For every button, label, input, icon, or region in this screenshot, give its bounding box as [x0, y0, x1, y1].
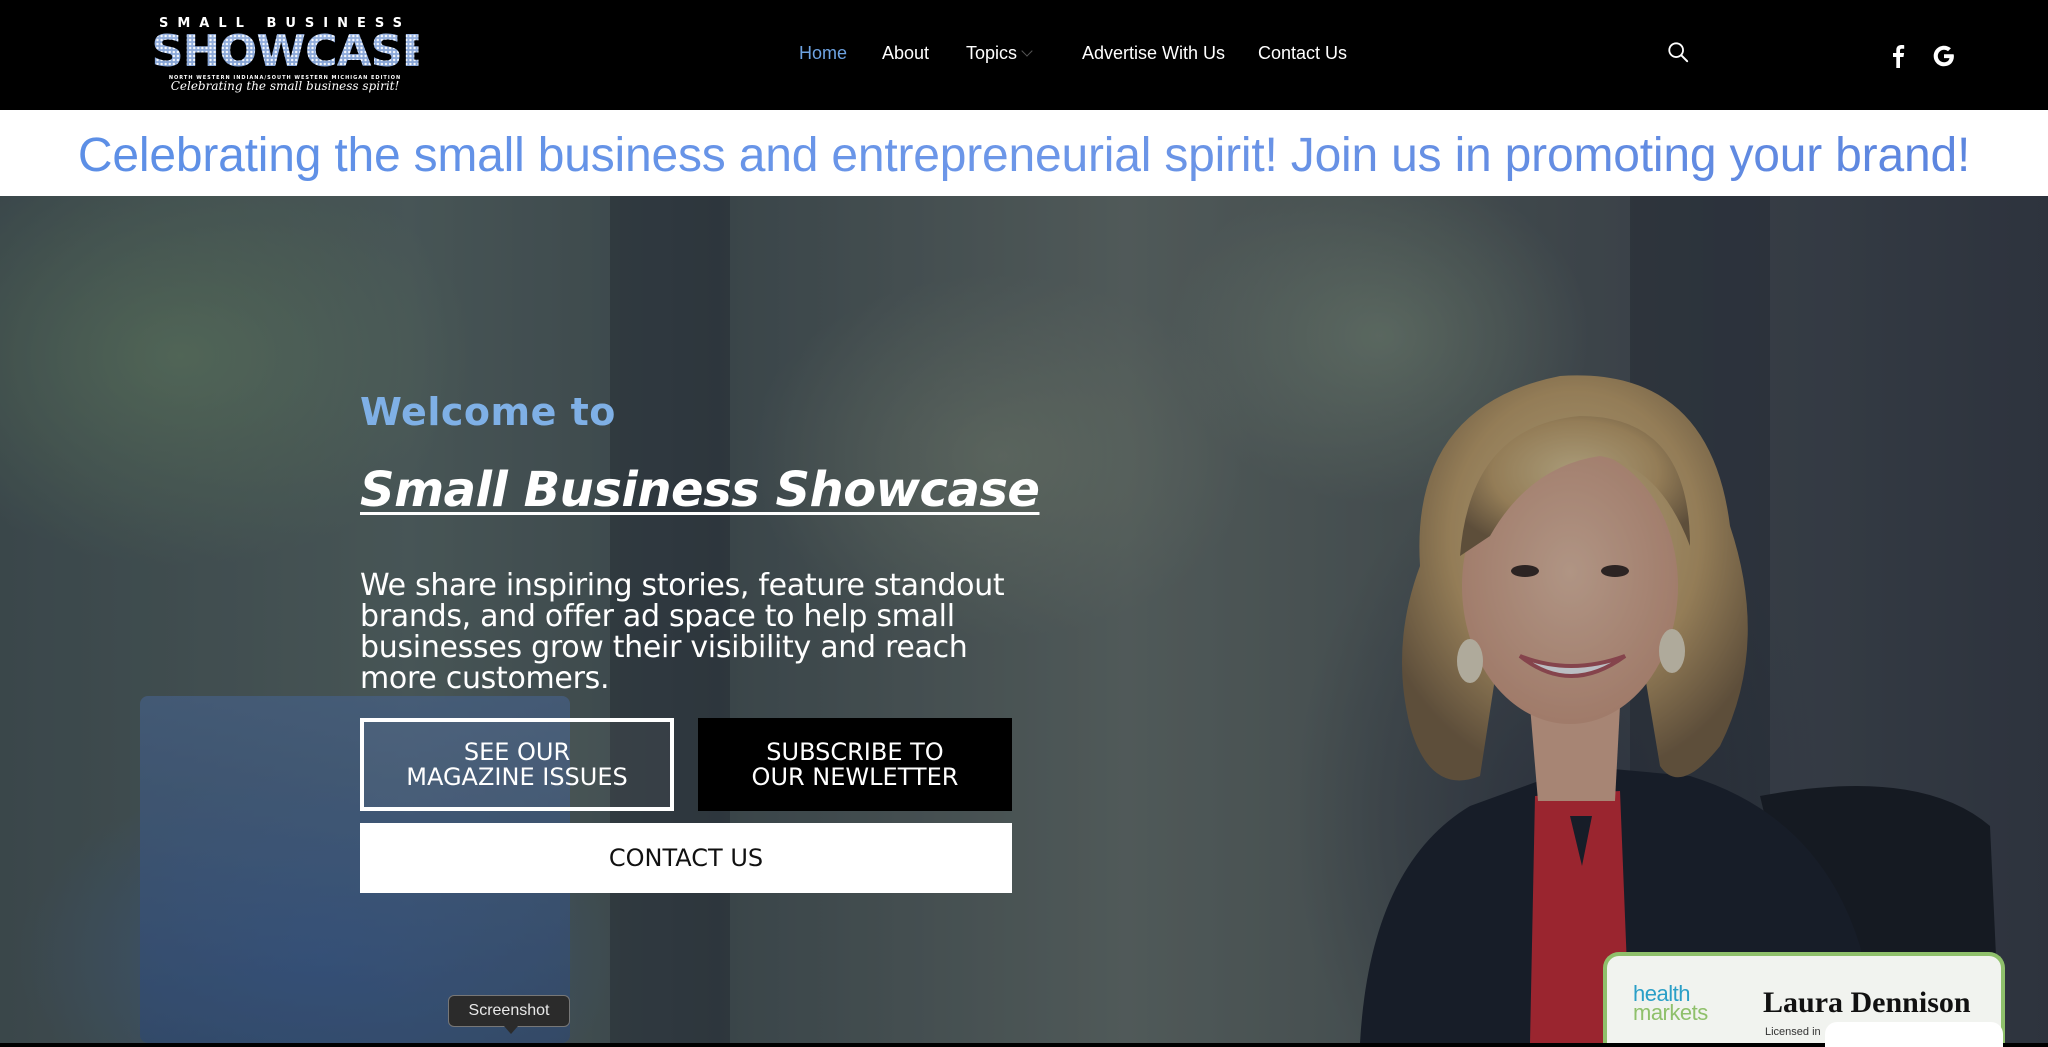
advertiser-card[interactable]: health markets Laura Dennison Licensed i… — [1603, 952, 2005, 1047]
hero-welcome-text: Welcome to — [360, 390, 616, 434]
card-overlay-chip — [1825, 1022, 2003, 1047]
nav-home[interactable]: Home — [799, 43, 847, 64]
subscribe-newsletter-button[interactable]: SUBSCRIBE TO OUR NEWLETTER — [698, 718, 1012, 811]
nav-contact[interactable]: Contact Us — [1258, 43, 1347, 64]
logo-main-text: SHOWCASE — [151, 26, 432, 77]
advertiser-name: Laura Dennison — [1763, 986, 1971, 1019]
hero-title: Small Business Showcase — [360, 462, 1040, 518]
see-magazine-issues-button[interactable]: SEE OUR MAGAZINE ISSUES — [360, 718, 674, 811]
nav-about[interactable]: About — [882, 43, 929, 64]
nav-advertise[interactable]: Advertise With Us — [1082, 43, 1225, 64]
facebook-icon[interactable] — [1888, 44, 1908, 68]
advertiser-license-text: Licensed in — [1765, 1026, 1821, 1038]
see-magazine-issues-label: SEE OUR MAGAZINE ISSUES — [406, 737, 628, 791]
contact-us-button[interactable]: CONTACT US — [360, 823, 1012, 893]
hero-section — [0, 196, 2048, 1043]
nav-topics-label: Topics — [966, 43, 1018, 63]
google-icon[interactable] — [1932, 44, 1956, 68]
nav-topics[interactable]: Topics — [966, 43, 1033, 64]
search-icon[interactable] — [1667, 41, 1689, 63]
healthmarkets-logo-line2: markets — [1633, 1000, 1708, 1025]
healthmarkets-logo: health markets — [1633, 983, 1708, 1025]
subscribe-newsletter-label: SUBSCRIBE TO OUR NEWLETTER — [751, 737, 959, 791]
site-header: SMALL BUSINESS SHOWCASE NORTH WESTERN IN… — [0, 0, 2048, 110]
contact-us-label: CONTACT US — [608, 843, 764, 872]
chevron-down-icon — [1021, 45, 1033, 57]
promo-banner: Celebrating the small business and entre… — [0, 110, 2048, 196]
logo-tagline: Celebrating the small business spirit! — [170, 79, 400, 93]
hero-description: We share inspiring stories, feature stan… — [360, 568, 1005, 696]
screenshot-tooltip-label: Screenshot — [468, 1002, 550, 1019]
screenshot-tooltip: Screenshot — [448, 995, 570, 1034]
hero-overlay — [0, 196, 2048, 1043]
promo-banner-text: Celebrating the small business and entre… — [0, 128, 2048, 183]
site-logo[interactable]: SMALL BUSINESS SHOWCASE NORTH WESTERN IN… — [151, 16, 432, 94]
